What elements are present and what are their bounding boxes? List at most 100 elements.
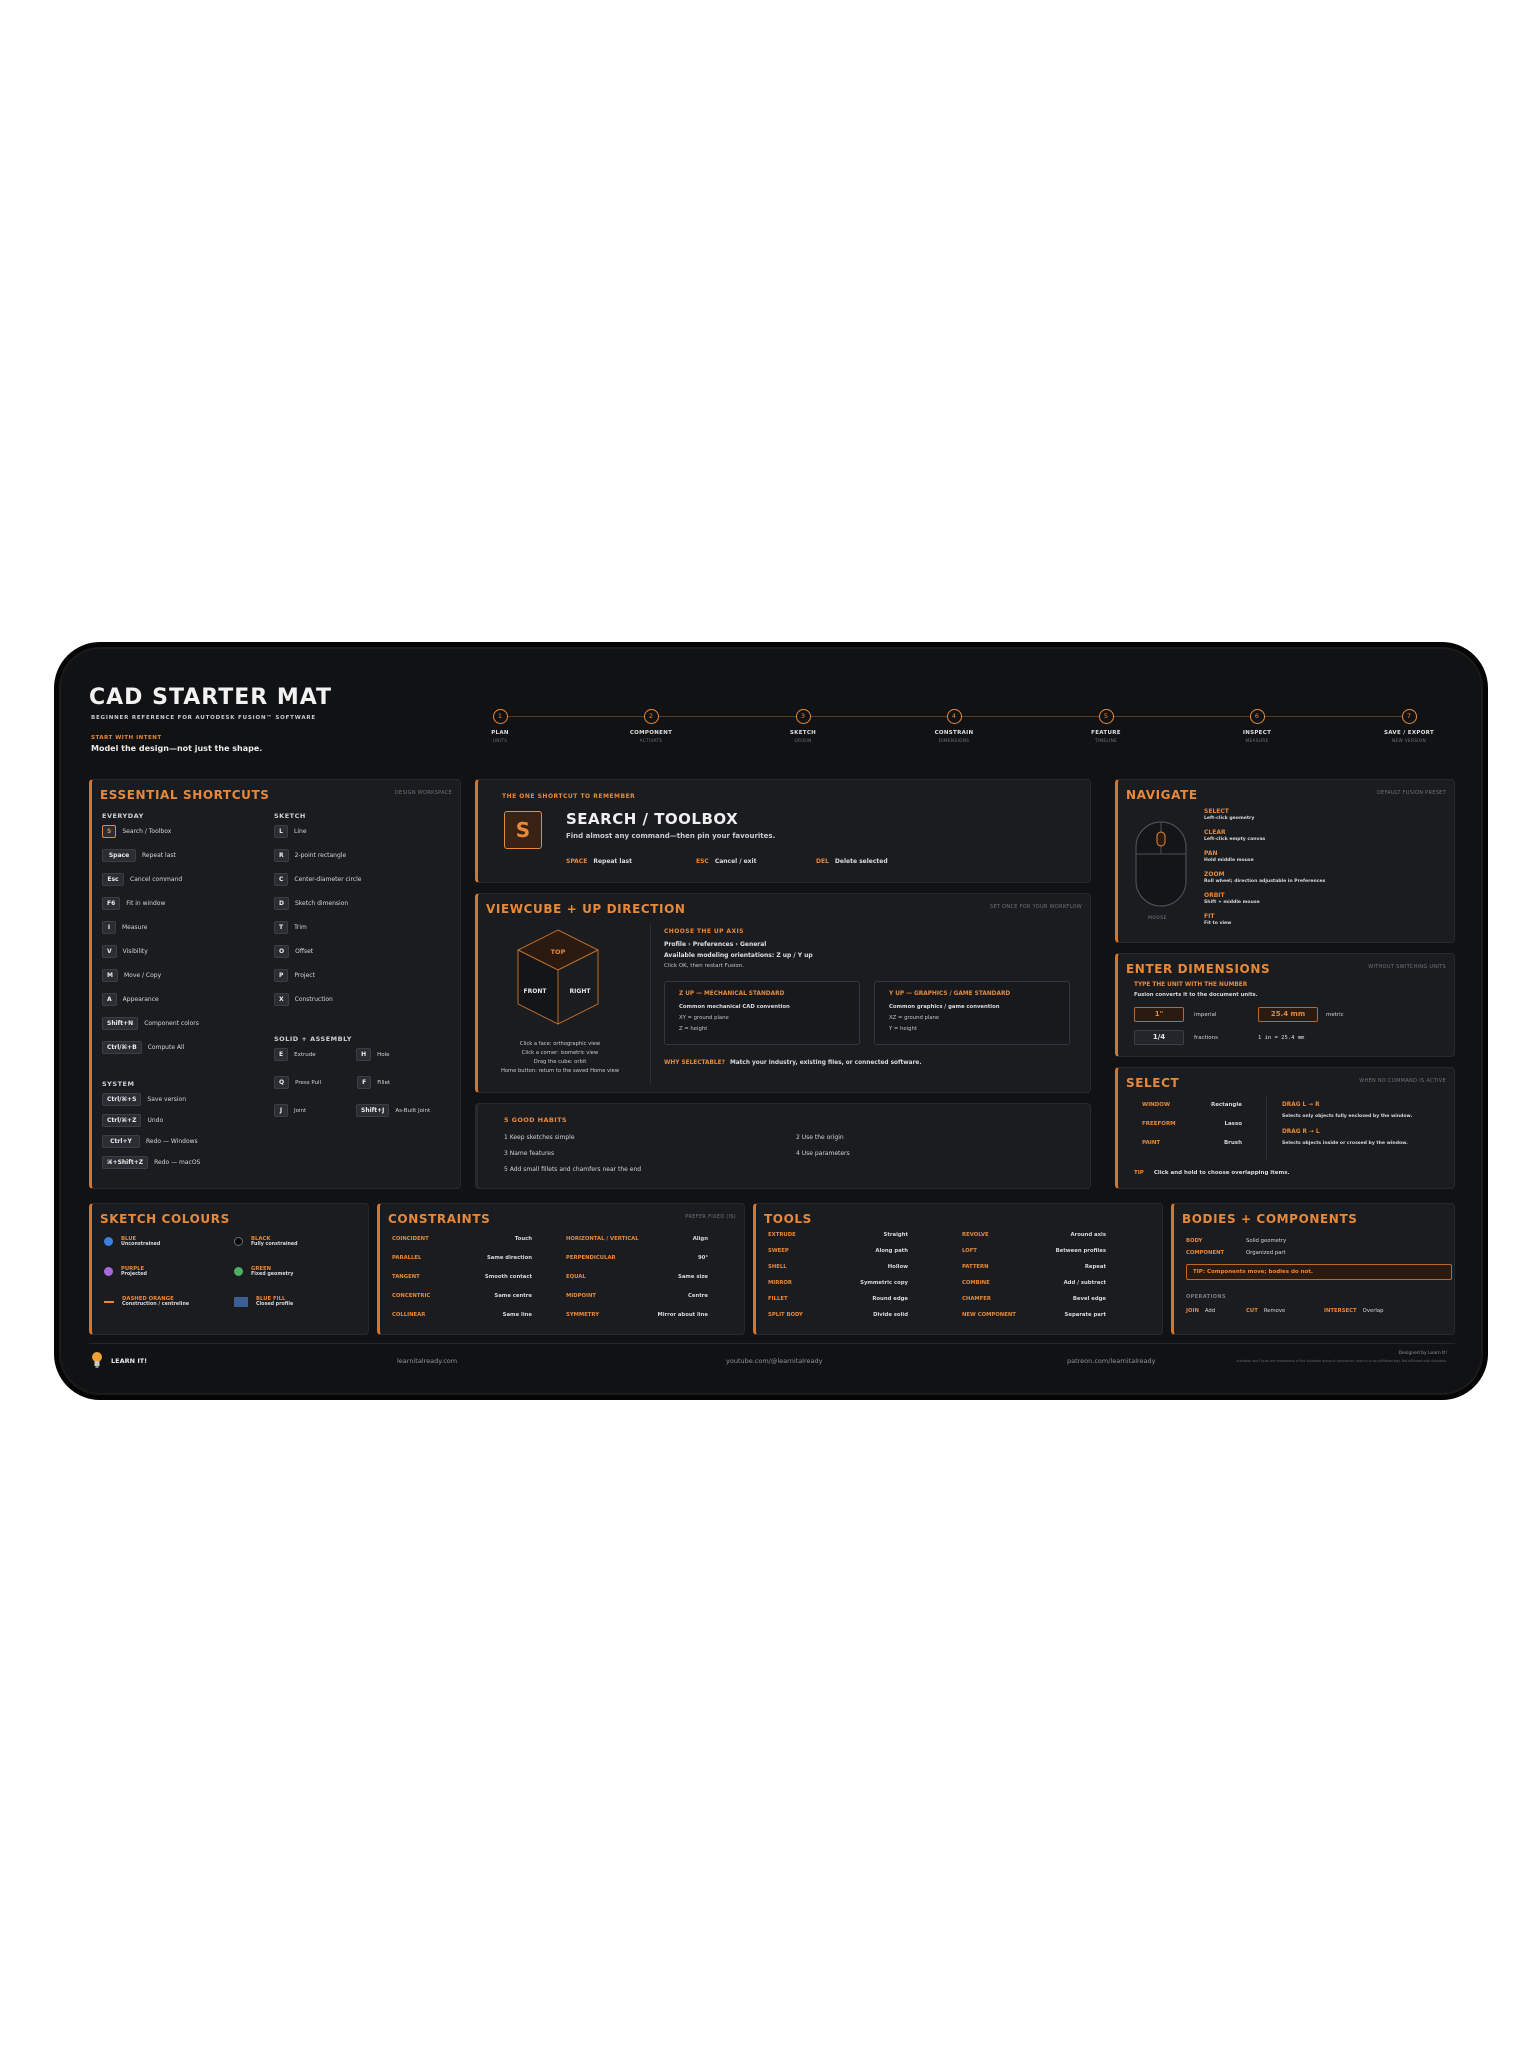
shortcut-row: R 2-point rectangle [274, 849, 346, 862]
constraints-title: CONSTRAINTS [388, 1212, 491, 1226]
nav-key: ZOOM [1204, 871, 1225, 878]
shortcut-row: P Project [274, 969, 315, 982]
why-row: WHY SELECTABLE? Match your industry, exis… [664, 1060, 922, 1066]
constraint-name: CONCENTRIC [392, 1293, 431, 1299]
face-top: TOP [551, 948, 566, 956]
hint-key: ESC [696, 858, 709, 865]
constraint-row: CONCENTRIC Same centre [392, 1293, 532, 1299]
z-line: Common mechanical CAD convention [679, 1004, 790, 1010]
tool-desc: Between profiles [1055, 1248, 1106, 1254]
shortcut-row: S Search / Toolbox [102, 825, 171, 838]
tools-panel: TOOLS EXTRUDE Straight SWEEP Along path SH… [753, 1203, 1163, 1335]
footer-link[interactable]: learnitalready.com [397, 1357, 457, 1365]
shortcut-row: ⌘+Shift+Z Redo — macOS [102, 1156, 200, 1169]
select-title: SELECT [1126, 1076, 1180, 1090]
nav-desc: Left-click empty canvas [1204, 837, 1266, 842]
colours-title: SKETCH COLOURS [100, 1212, 230, 1226]
key-cap: Ctrl/⌘+S [102, 1093, 142, 1106]
colour-swatch [234, 1237, 243, 1246]
key-cap: Ctrl/⌘+Z [102, 1114, 142, 1127]
constraint-row: TANGENT Smooth contact [392, 1274, 532, 1280]
key-cap: V [102, 945, 117, 958]
workflow-step: 5 FEATURE TIMELINE [1061, 709, 1151, 744]
footer-link[interactable]: patreon.com/learnitalready [1067, 1357, 1156, 1365]
step-name: FEATURE [1091, 730, 1121, 736]
drag-rl-text: Selects objects inside or crossed by the… [1282, 1141, 1408, 1146]
viewcube-icon[interactable]: TOP FRONT RIGHT [508, 924, 608, 1034]
constraint-name: PERPENDICULAR [566, 1255, 616, 1261]
habit-item: 5 Add small fillets and chamfers near th… [504, 1166, 642, 1173]
footer-legal: Autodesk and Fusion are trademarks of th… [1236, 1359, 1447, 1363]
hint-key: SPACE [566, 858, 588, 865]
colour-desc: Fully constrained [251, 1242, 298, 1247]
key-cap: Space [102, 849, 136, 862]
tool-row: SPLIT BODY Divide solid [768, 1312, 908, 1318]
dimensions-panel: ENTER DIMENSIONS WITHOUT SWITCHING UNITS… [1115, 953, 1455, 1057]
shortcut-label: Construction [294, 996, 333, 1003]
hint-value: Cancel / exit [714, 858, 757, 865]
shortcut-row: Q Press Pull F Fillet [274, 1076, 390, 1089]
drag-lr: DRAG L → R [1282, 1102, 1320, 1108]
mode-key: PAINT [1142, 1140, 1161, 1146]
viewcube-tips: Click a face: orthographic view Click a … [478, 1040, 642, 1076]
shortcut-label: Trim [294, 924, 307, 931]
colour-item: PURPLE Projected [104, 1266, 147, 1277]
constraint-desc: Touch [514, 1236, 532, 1242]
tool-row: REVOLVE Around axis [962, 1232, 1106, 1238]
shortcut-label: Line [294, 828, 307, 835]
op-value: Remove [1263, 1308, 1286, 1314]
shortcut-label: Sketch dimension [294, 900, 349, 907]
viewcube-divider [650, 924, 651, 1084]
shortcut-label: Appearance [122, 996, 159, 1003]
example-label: metric [1326, 1012, 1344, 1018]
search-key: S [504, 811, 542, 849]
op-value: Overlap [1362, 1308, 1384, 1314]
conversion-note: 1 in = 25.4 mm [1258, 1035, 1305, 1041]
select-note: WHEN NO COMMAND IS ACTIVE [1359, 1078, 1446, 1084]
habits-title: 5 GOOD HABITS [504, 1116, 567, 1124]
dimensions-label: TYPE THE UNIT WITH THE NUMBER [1134, 982, 1248, 988]
colour-swatch [234, 1267, 243, 1276]
colour-swatch [104, 1300, 114, 1303]
constraint-desc: Smooth contact [484, 1274, 532, 1280]
mode-key: FREEFORM [1142, 1121, 1176, 1127]
y-line: XZ = ground plane [889, 1015, 940, 1021]
constraint-desc: Same centre [494, 1293, 532, 1299]
step-sub: MEASURE [1245, 739, 1269, 744]
nav-desc: Left-click geometry [1204, 816, 1255, 821]
shortcut-row: Ctrl/⌘+Z Undo [102, 1114, 163, 1127]
colour-item: GREEN Fixed geometry [234, 1266, 293, 1277]
key-cap: F6 [102, 897, 121, 910]
up-path: Profile › Preferences › General [664, 941, 767, 948]
constraint-row: MIDPOINT Centre [566, 1293, 708, 1299]
shortcut-label: Save version [147, 1096, 187, 1103]
shortcut-label: Visibility [122, 948, 148, 955]
constraint-desc: Centre [688, 1293, 708, 1299]
tool-row: LOFT Between profiles [962, 1248, 1106, 1254]
nav-desc: Roll wheel; direction adjustable in Pref… [1204, 879, 1326, 884]
why-label: WHY SELECTABLE? [664, 1060, 725, 1066]
op-key: INTERSECT [1324, 1308, 1357, 1314]
drag-lr-text: Selects only objects fully enclosed by t… [1282, 1114, 1413, 1119]
key-cap: X [274, 993, 289, 1006]
step-number: 7 [1401, 709, 1417, 724]
step-number: 1 [492, 709, 508, 724]
z-line: XY = ground plane [679, 1015, 729, 1021]
step-sub: ORIGIN [794, 739, 812, 744]
mode-value: Rectangle [1210, 1102, 1242, 1108]
step-name: SKETCH [789, 730, 817, 736]
shortcut-row: M Move / Copy [102, 969, 161, 982]
step-number: 6 [1249, 709, 1265, 724]
footer-link[interactable]: youtube.com/@learnitalready [726, 1357, 822, 1365]
dimensions-desc: Fusion converts it to the document units… [1134, 992, 1258, 998]
everyday-label: EVERYDAY [102, 812, 144, 820]
tool-name: CHAMFER [962, 1296, 992, 1302]
y-title: Y UP — GRAPHICS / GAME STANDARD [889, 991, 1011, 997]
bodies-panel: BODIES + COMPONENTS BODY Solid geometry C… [1171, 1203, 1455, 1335]
colours-panel: SKETCH COLOURS BLUE Unconstrained BLACK Fu… [89, 1203, 369, 1335]
workflow-step: 1 PLAN UNITS [455, 709, 545, 744]
search-panel: THE ONE SHORTCUT TO REMEMBER S SEARCH / … [475, 779, 1091, 883]
step-sub: NEW VERSION [1391, 739, 1427, 744]
intent-text: Model the design—not just the shape. [91, 744, 263, 753]
shortcut-row: I Measure [102, 921, 148, 934]
